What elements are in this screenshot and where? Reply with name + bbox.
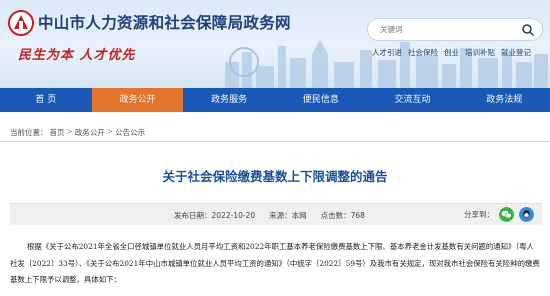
site-slogan: 民生为本 人才优先	[18, 48, 136, 63]
breadcrumb-item-home[interactable]: 首页	[50, 127, 65, 138]
nav-government-affairs-open[interactable]: 政务公开	[91, 88, 184, 112]
breadcrumb-item-open[interactable]: 政务公开	[75, 127, 105, 138]
breadcrumb-bar: 当前位置： 首页 > 政务公开 > 公告公示	[0, 124, 550, 142]
view-count: 点击数：768	[320, 211, 365, 220]
breadcrumb: 当前位置： 首页 > 政务公开 > 公告公示	[10, 127, 145, 138]
nav-regulations[interactable]: 政务法规	[458, 88, 550, 112]
article-body: 根据《关于公布2021年全省全口径城镇单位就业人员月平均工资和2022年职工基本…	[10, 239, 540, 289]
article-source: 来源：本网	[269, 211, 307, 220]
nav-government-services[interactable]: 政务服务	[183, 88, 275, 112]
main-nav: 首 页 政务公开 政务服务 便民信息 交流互动 政务法规	[0, 88, 550, 112]
share-label: 分享到：	[464, 210, 494, 219]
site-header: 中山市人力资源和社会保障局政务网 民生为本 人才优先 人才引进 社会保险 创业 …	[0, 0, 550, 88]
site-title: 中山市人力资源和社会保障局政务网	[38, 14, 291, 32]
share-bar: 分享到：	[464, 207, 534, 222]
search-input[interactable]	[380, 22, 510, 37]
search-icon[interactable]	[521, 23, 535, 37]
breadcrumb-prefix: 当前位置：	[10, 128, 48, 137]
hot-link[interactable]: 创业	[444, 47, 459, 58]
hot-keywords: 人才引进 社会保险 创业 培训补贴 就业登记	[372, 47, 531, 58]
wechat-icon[interactable]	[499, 207, 514, 222]
search-box	[367, 18, 543, 41]
hot-link[interactable]: 人才引进	[372, 47, 402, 58]
nav-interaction[interactable]: 交流互动	[367, 88, 459, 112]
publish-date: 发布日期：2022-10-20	[174, 211, 256, 220]
breadcrumb-item-notice[interactable]: 公告公示	[115, 127, 145, 138]
article-paragraph: 根据《关于公布2021年全省全口径城镇单位就业人员月平均工资和2022年职工基本…	[10, 242, 540, 284]
breadcrumb-separator: >	[66, 127, 73, 136]
nav-home[interactable]: 首 页	[0, 88, 92, 112]
article-meta: 发布日期：2022-10-20 来源：本网 点击数：768	[174, 210, 365, 221]
hot-link[interactable]: 社会保险	[408, 47, 438, 58]
article-title: 关于社会保险缴费基数上下限调整的通告	[162, 169, 388, 184]
breadcrumb-separator: >	[106, 127, 114, 136]
nav-public-info[interactable]: 便民信息	[275, 88, 367, 112]
site-logo-icon[interactable]	[8, 10, 34, 36]
hot-link[interactable]: 就业登记	[501, 47, 531, 58]
qq-icon[interactable]	[519, 207, 534, 222]
article-meta-bar: 发布日期：2022-10-20 来源：本网 点击数：768 分享到：	[10, 203, 542, 225]
hot-link[interactable]: 培训补贴	[465, 47, 495, 58]
